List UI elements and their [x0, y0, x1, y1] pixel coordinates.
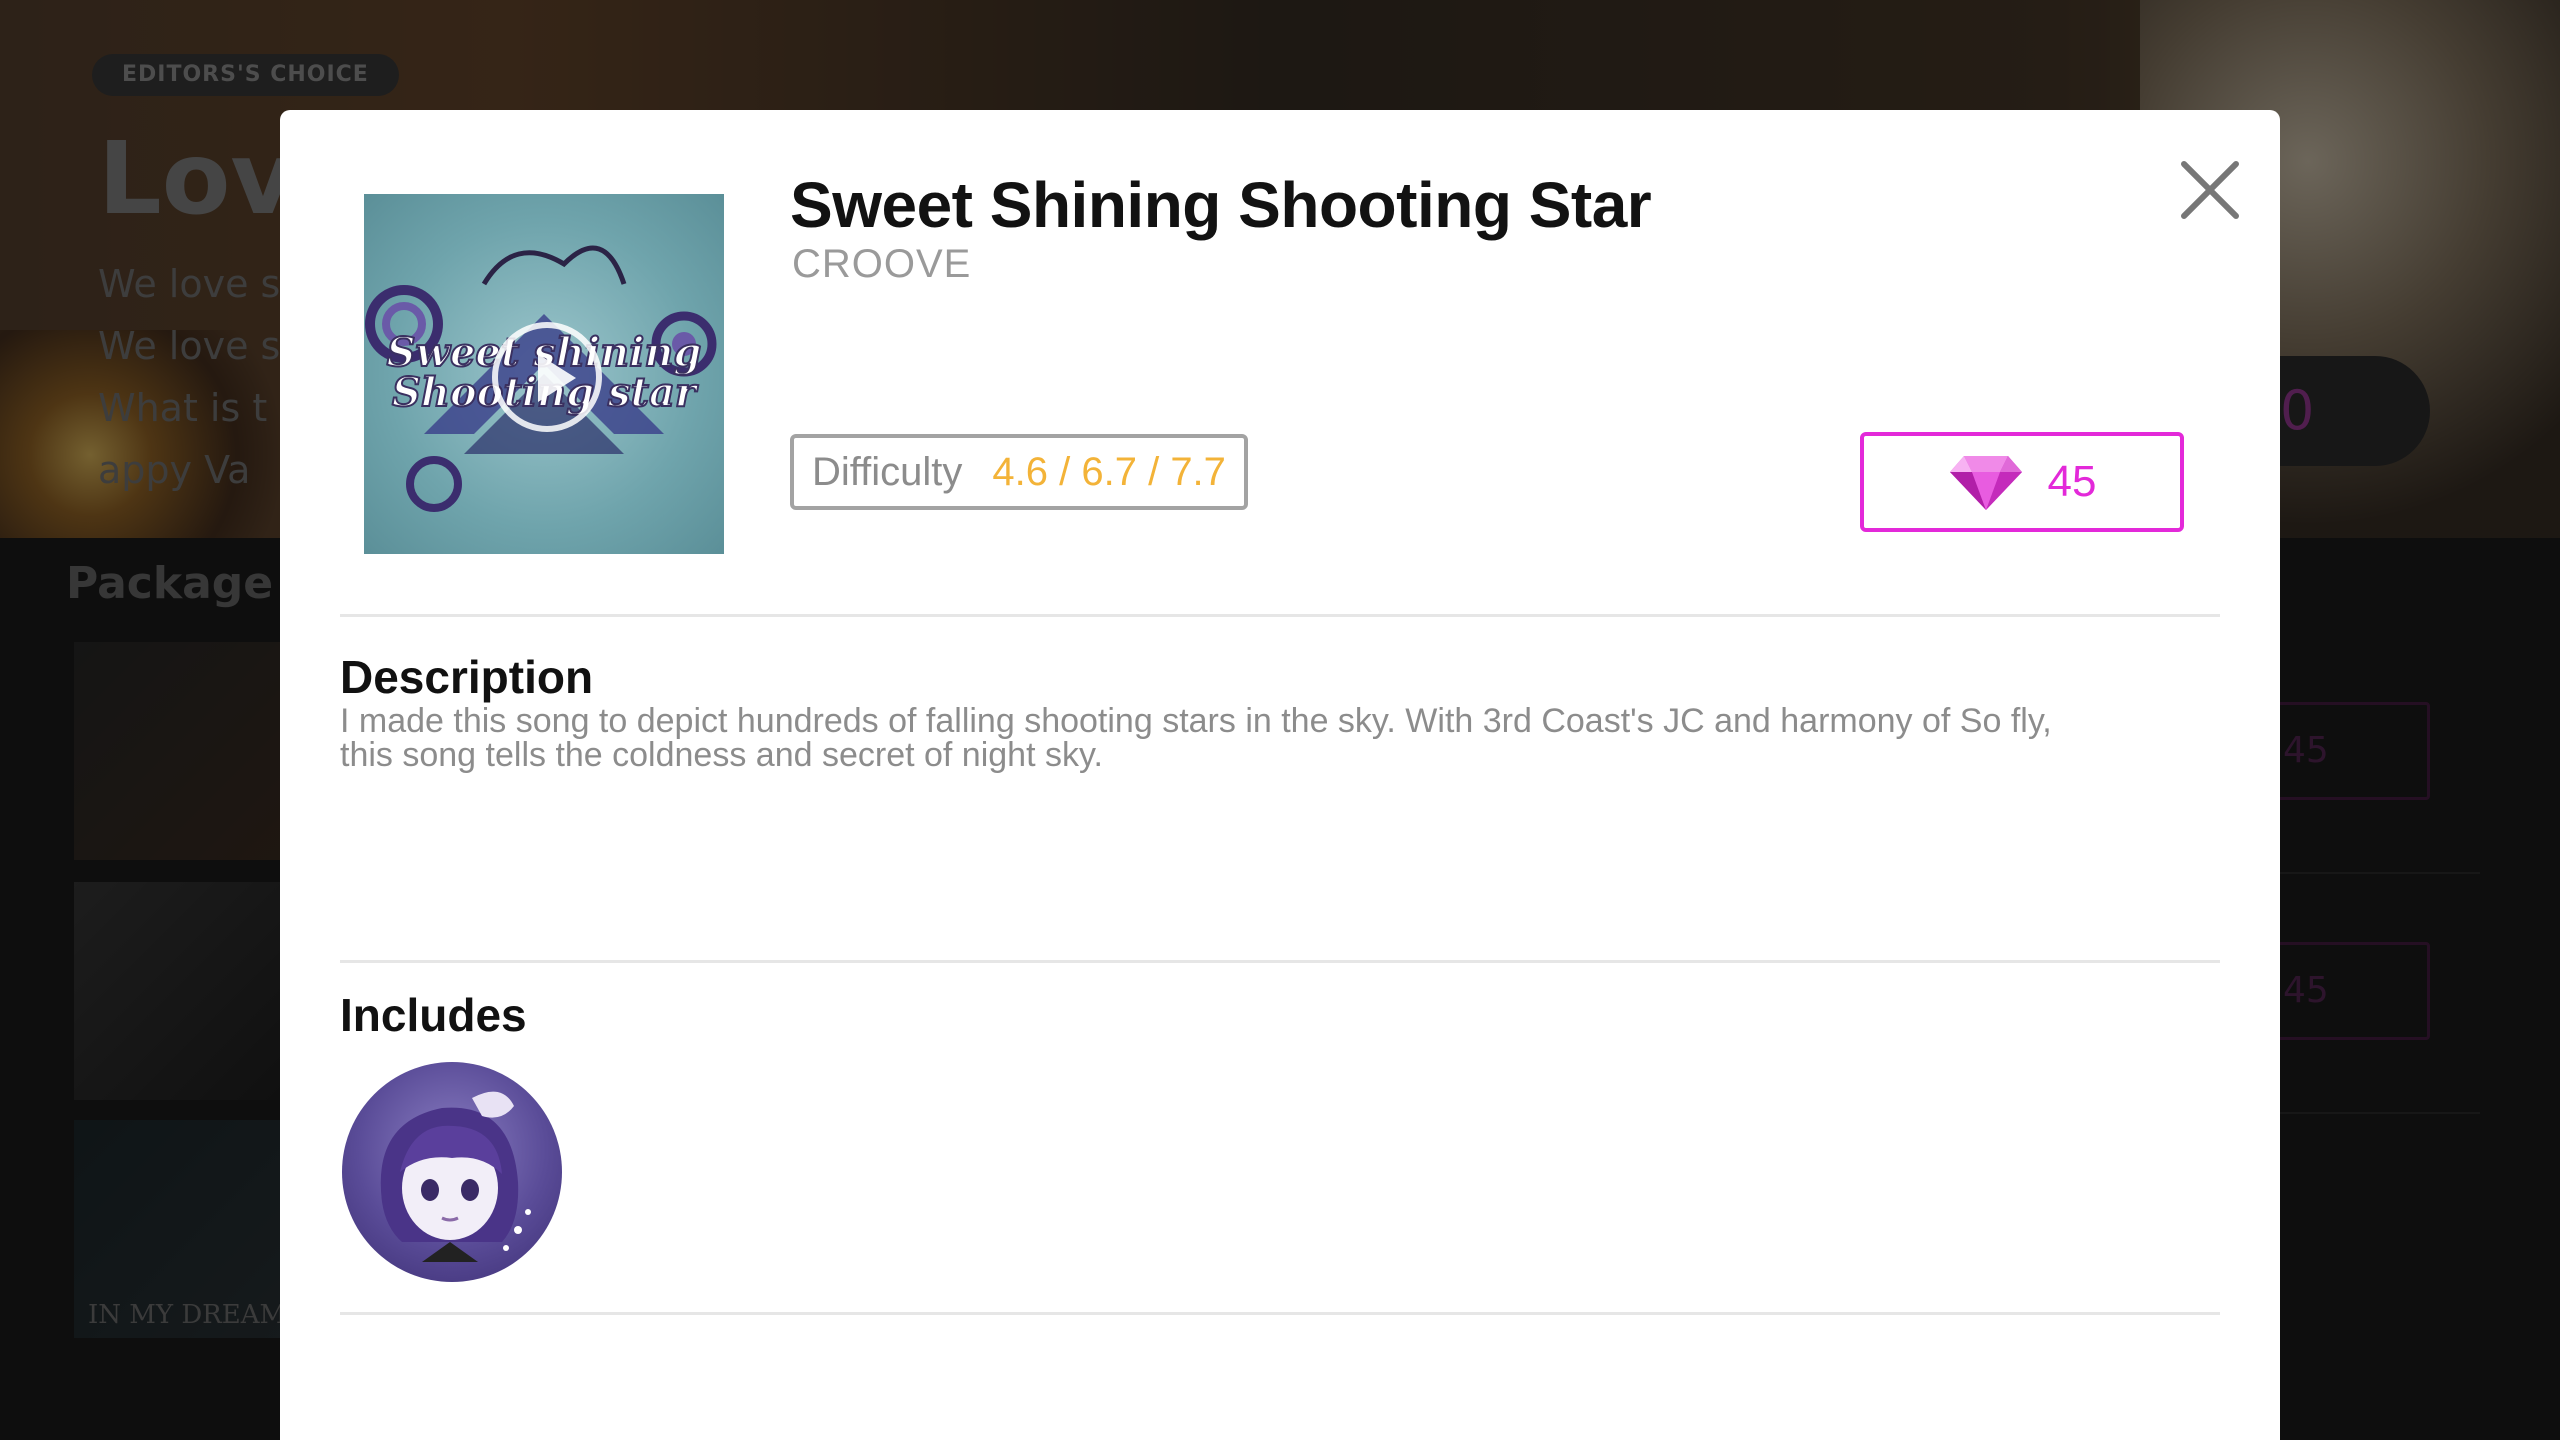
description-line: I made this song to depict hundreds of f… [340, 702, 2052, 740]
section-divider [340, 960, 2220, 963]
character-avatar-icon [380, 1091, 531, 1262]
artist-name: CROOVE [792, 242, 972, 286]
includes-heading: Includes [340, 989, 527, 1041]
description-heading: Description [340, 651, 594, 703]
included-character-avatar[interactable] [342, 1062, 562, 1282]
buy-price-button[interactable]: 45 [1860, 432, 2184, 532]
difficulty-label: Difficulty [812, 449, 963, 494]
section-divider [340, 614, 2220, 617]
close-button[interactable] [2170, 150, 2250, 230]
description-line: this song tells the coldness and secret … [340, 736, 1103, 774]
difficulty-values: 4.6 / 6.7 / 7.7 [992, 449, 1226, 494]
section-divider [340, 1312, 2220, 1315]
difficulty-box: Difficulty 4.6 / 6.7 / 7.7 [790, 434, 1248, 510]
play-icon[interactable] [492, 322, 602, 432]
price-value: 45 [2047, 457, 2097, 506]
description-text: I made this song to depict hundreds of f… [340, 704, 2220, 772]
song-detail-modal: Sweet shining Shooting star Sweet Shinin… [280, 110, 2280, 1440]
diamond-icon [1949, 456, 2022, 510]
close-icon [2181, 161, 2239, 219]
song-cover-art[interactable]: Sweet shining Shooting star [364, 194, 724, 554]
song-title: Sweet Shining Shooting Star [790, 169, 1652, 241]
